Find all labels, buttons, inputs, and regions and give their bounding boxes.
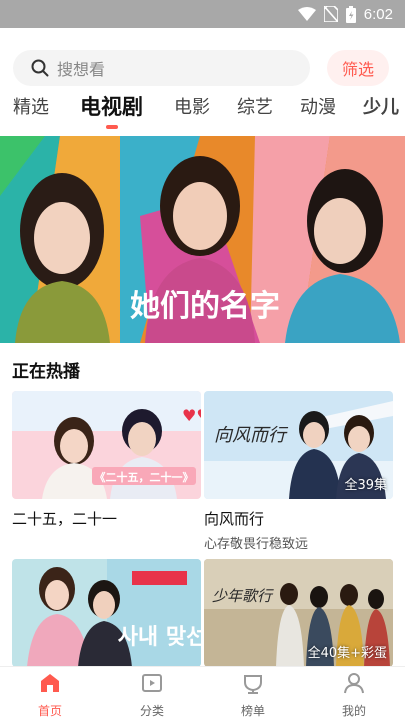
show-card[interactable]: 少年歌行 全40集+彩蛋 xyxy=(204,559,393,667)
ranking-icon xyxy=(244,675,262,694)
show-card[interactable]: 사내 맞선 xyxy=(12,559,201,667)
nav-profile-label: 我的 xyxy=(341,704,366,718)
nav-category[interactable]: 分类 xyxy=(122,671,182,719)
episode-badge: 全40集+彩蛋 xyxy=(307,646,387,661)
tab-tv-series[interactable]: 电视剧 xyxy=(80,91,143,121)
tab-variety[interactable]: 综艺 xyxy=(237,93,273,119)
tab-featured[interactable]: 精选 xyxy=(13,93,49,119)
show-thumbnail: 少年歌行 全40集+彩蛋 xyxy=(204,559,393,667)
section-title-now-playing: 正在热播 xyxy=(12,362,80,382)
nav-profile[interactable]: 我的 xyxy=(324,671,384,719)
category-tabs: 精选 电视剧 电影 综艺 动漫 少儿 xyxy=(0,93,405,129)
nav-category-label: 分类 xyxy=(139,704,164,718)
status-bar: 6:02 xyxy=(0,0,405,28)
no-sim-icon xyxy=(323,6,338,22)
filter-button[interactable]: 筛选 xyxy=(327,50,389,86)
active-tab-indicator xyxy=(106,125,118,129)
poster-text: 사내 맞선 xyxy=(118,625,201,650)
status-icons: 6:02 xyxy=(297,4,393,24)
poster-text: 少年歌行 xyxy=(212,588,274,605)
battery-icon xyxy=(345,5,356,23)
profile-icon xyxy=(344,673,364,694)
nav-home-label: 首页 xyxy=(37,704,62,718)
nav-home[interactable]: 首页 xyxy=(20,671,80,719)
poster-text: 《二十五，二十一》 xyxy=(95,470,194,484)
show-thumbnail: 사내 맞선 xyxy=(12,559,201,667)
nav-ranking[interactable]: 榜单 xyxy=(223,671,283,719)
show-title: 二十五，二十一 xyxy=(12,510,118,528)
category-icon xyxy=(142,674,162,692)
status-time: 6:02 xyxy=(363,5,393,23)
tab-kids[interactable]: 少儿 xyxy=(363,93,399,119)
tab-movies[interactable]: 电影 xyxy=(174,93,210,119)
search-icon xyxy=(31,59,49,77)
banner-title: 她们的名字 xyxy=(130,289,280,323)
banner-artwork: 她们的名字 xyxy=(0,136,405,343)
bottom-navigation: 首页 分类 榜单 我的 xyxy=(0,666,405,720)
episode-badge: 全39集 xyxy=(344,478,387,493)
svg-text:♥♥: ♥♥ xyxy=(182,406,201,425)
show-title: 向风而行 xyxy=(204,510,265,528)
show-thumbnail: 向风而行 全39集 xyxy=(204,391,393,499)
show-subtitle: 心存敬畏行稳致远 xyxy=(204,537,309,552)
hero-banner[interactable]: 她们的名字 xyxy=(0,136,405,343)
home-icon xyxy=(41,674,59,692)
show-card[interactable]: ♥♥ 《二十五，二十一》 二十五，二十一 xyxy=(12,391,201,556)
search-placeholder: 搜想看 xyxy=(57,60,106,79)
wifi-icon xyxy=(297,7,316,21)
nav-ranking-label: 榜单 xyxy=(240,704,265,718)
show-thumbnail: ♥♥ 《二十五，二十一》 xyxy=(12,391,201,499)
poster-text: 向风而行 xyxy=(214,425,289,445)
search-input[interactable]: 搜想看 xyxy=(13,50,310,86)
show-card[interactable]: 向风而行 全39集 向风而行 心存敬畏行稳致远 xyxy=(204,391,393,556)
tab-anime[interactable]: 动漫 xyxy=(300,93,336,119)
